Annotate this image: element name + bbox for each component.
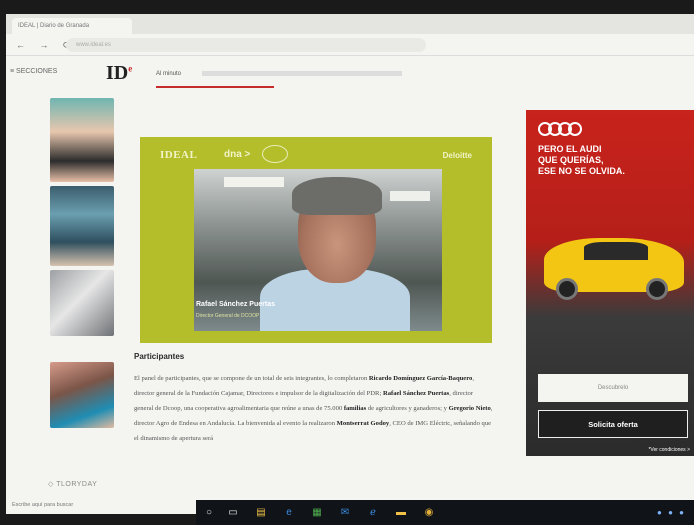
video-card: IDEAL dna > Deloitte Rafael Sánchez Puer… (140, 137, 492, 343)
site-header: ≡ SECCIONES IDe Al minuto (6, 56, 694, 90)
participant-name: Ricardo Domínguez García-Baquero (368, 375, 473, 382)
article-body: Participantes El panel de participantes,… (134, 352, 494, 446)
ad-headline: PERO EL AUDI QUE QUERÍAS, ESE NO SE OLVI… (538, 144, 625, 177)
car-wheel (646, 278, 668, 300)
discover-button[interactable]: Descubrelo (538, 374, 688, 402)
chrome-icon[interactable]: ◉ (422, 506, 436, 520)
participant-name: Montserrat Godoy (336, 420, 390, 427)
ceiling-light (224, 177, 284, 187)
edge-icon[interactable]: e (282, 506, 296, 520)
video-brand-dna: dna > (224, 149, 251, 160)
audi-logo-icon (538, 120, 588, 138)
browser-toolbar: ← → ⟳ www.ideal.es (6, 34, 694, 56)
sections-menu-label: SECCIONES (16, 68, 58, 75)
store-icon[interactable]: ▦ (310, 506, 324, 520)
speaker-role: Director General de DCOOP (196, 313, 260, 319)
ceiling-light (390, 191, 430, 201)
windows-taskbar: ○ ▭ ▤ e ▦ ✉ ℯ ▬ ◉ ● ● ● (196, 500, 694, 525)
article-paragraph: El panel de participantes, que se compon… (134, 371, 494, 446)
audi-advertisement[interactable]: PERO EL AUDI QUE QUERÍAS, ESE NO SE OLVI… (526, 110, 694, 456)
speaker-name: Rafael Sánchez Puertas (196, 301, 275, 308)
sections-menu-button[interactable]: ≡ SECCIONES (10, 68, 57, 75)
address-bar[interactable]: www.ideal.es (66, 38, 426, 52)
car-window (584, 242, 648, 260)
text-run: El panel de participantes, que se compon… (134, 375, 369, 382)
status-text: Escribe aquí para buscar (12, 502, 74, 508)
header-rule (156, 86, 274, 88)
article-heading: Participantes (134, 352, 185, 361)
ad-headline-line: QUE QUERÍAS, (538, 155, 604, 165)
ad-headline-line: PERO EL AUDI (538, 144, 602, 154)
browser-tab[interactable]: IDEAL | Diario de Granada (12, 18, 132, 34)
folder-icon[interactable]: ▬ (394, 506, 408, 520)
car-image (544, 238, 684, 300)
participant-name: Rafael Sánchez Puertas (382, 390, 450, 397)
conditions-link[interactable]: *Ver condiciones > (648, 447, 690, 453)
task-view-icon[interactable]: ▭ (226, 506, 240, 520)
request-offer-button[interactable]: Solicita oferta (538, 410, 688, 438)
site-logo[interactable]: IDe (106, 62, 132, 85)
emblem-icon (262, 145, 288, 163)
system-tray-icons[interactable]: ● ● ● (657, 508, 686, 517)
video-player[interactable]: Rafael Sánchez Puertas Director General … (194, 169, 442, 331)
ad-headline-line: ESE NO SE OLVIDA. (538, 166, 625, 176)
site-logo-text: ID (106, 62, 129, 84)
thumbnail-dress-image[interactable] (50, 186, 114, 266)
promo-label[interactable]: ◇ TLORYDAY (48, 480, 97, 488)
thumbnail-swimsuit-image[interactable] (50, 98, 114, 182)
thumbnail-sneakers-image[interactable] (50, 270, 114, 336)
browser-tabbar: IDEAL | Diario de Granada (6, 14, 694, 34)
mail-icon[interactable]: ✉ (338, 506, 352, 520)
thumbnail-sandals-image[interactable] (50, 362, 114, 428)
taskbar-search-icon[interactable]: ○ (202, 506, 216, 520)
site-logo-sup: e (128, 63, 133, 74)
section-link[interactable]: Al minuto (156, 71, 181, 77)
car-wheel (556, 278, 578, 300)
speaker-hair (292, 177, 382, 215)
bold-text: familias (343, 405, 367, 412)
text-run: de agricultores y ganaderos; y (366, 405, 449, 412)
monitor-screen: IDEAL | Diario de Granada ← → ⟳ www.idea… (6, 14, 694, 514)
participant-name: Gregorio Nieto (448, 405, 491, 412)
video-brand-ideal: IDEAL (160, 149, 198, 161)
file-explorer-icon[interactable]: ▤ (254, 506, 268, 520)
breadcrumb (202, 71, 402, 76)
internet-explorer-icon[interactable]: ℯ (366, 506, 380, 520)
video-brand-sponsor: Deloitte (442, 151, 472, 160)
